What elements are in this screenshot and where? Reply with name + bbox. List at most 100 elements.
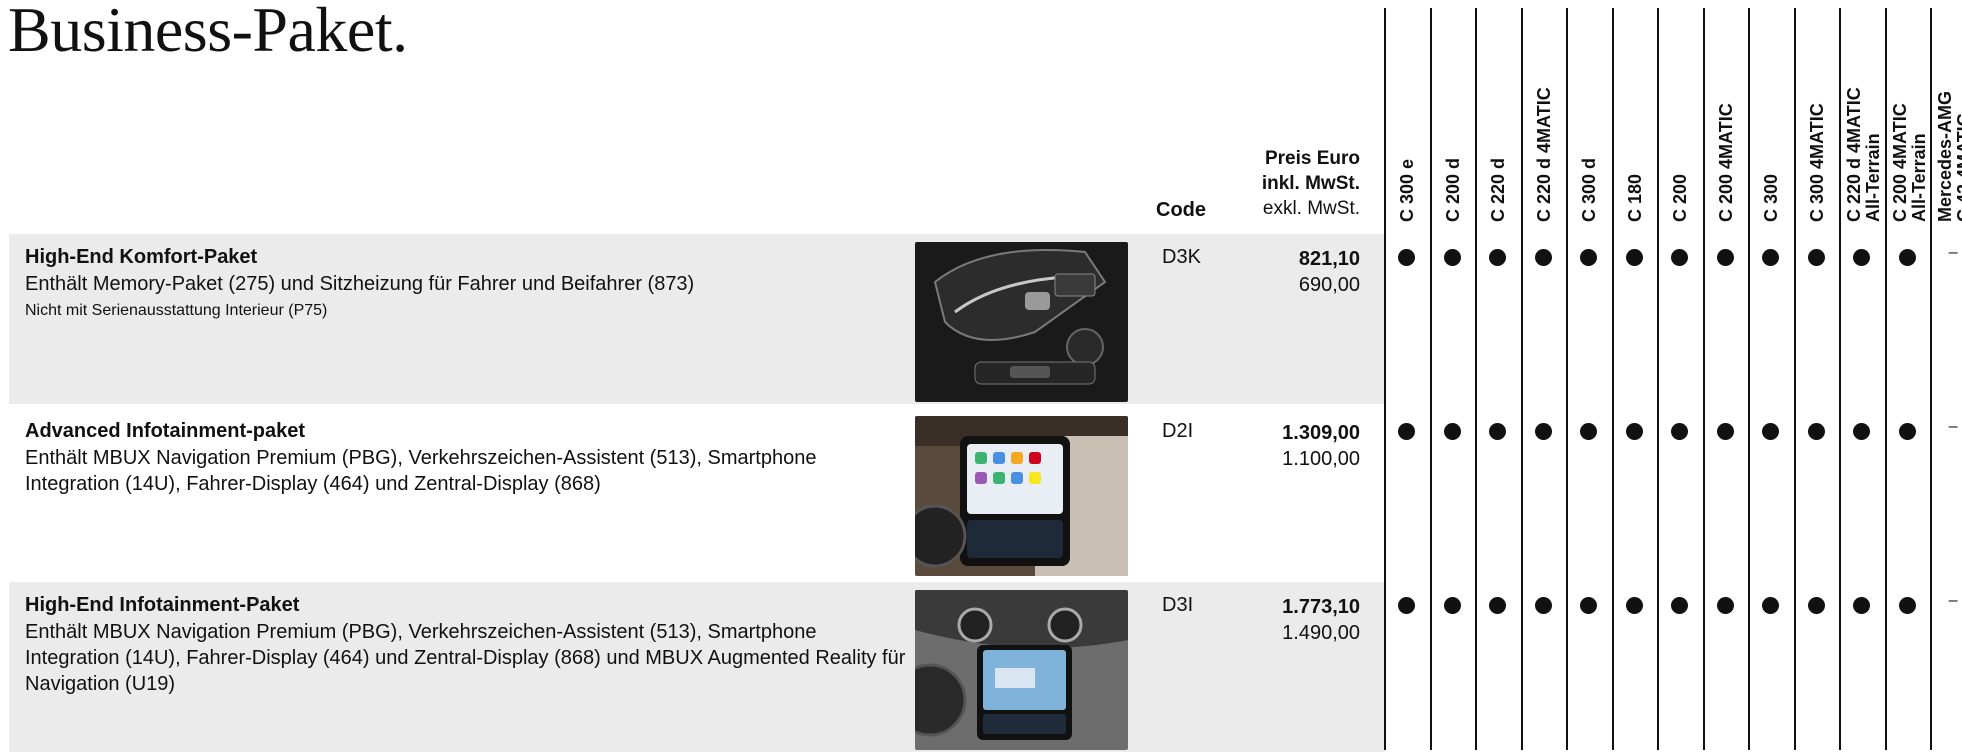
model-label: C 200	[1670, 173, 1690, 222]
model-label: C 220 d	[1488, 157, 1508, 222]
package-description: Enthält MBUX Navigation Premium (PBG), V…	[25, 621, 906, 695]
package-price: 821,10 690,00	[1299, 246, 1360, 298]
model-header: C 300 d	[1579, 157, 1599, 222]
package-code: D3I	[1162, 594, 1194, 616]
availability-standard-dot	[1716, 249, 1734, 266]
column-divider	[1702, 8, 1705, 750]
code-column-header: Code	[1156, 199, 1206, 221]
column-divider	[1930, 8, 1932, 750]
package-description: Enthält Memory-Paket (275) und Sitzheizu…	[25, 273, 695, 295]
availability-standard-dot	[1853, 597, 1871, 614]
package-price: 1.309,00 1.100,00	[1282, 420, 1360, 472]
price-column-header: Preis Euro inkl. MwSt. exkl. MwSt.	[1262, 146, 1360, 221]
availability-not-available: –	[1948, 244, 1958, 261]
availability-standard-dot	[1716, 423, 1734, 440]
package-title: High-End Komfort-Paket	[25, 246, 258, 268]
availability-not-available: –	[1948, 592, 1958, 609]
package-code: D2I	[1162, 420, 1194, 442]
model-header: C 180	[1624, 173, 1645, 222]
price-header-line1: Preis Euro	[1264, 148, 1360, 169]
availability-standard-dot	[1398, 597, 1416, 614]
availability-standard-dot	[1807, 597, 1825, 614]
door-panel-image	[915, 242, 1128, 402]
price-header-line2: inkl. MwSt.	[1261, 173, 1360, 194]
column-divider	[1566, 8, 1568, 750]
model-header: C 220 d	[1488, 157, 1508, 222]
availability-standard-dot	[1489, 597, 1507, 614]
availability-not-available: –	[1948, 418, 1958, 435]
model-header: C 220 d 4MATIC	[1533, 87, 1554, 222]
model-label: C 300 e	[1397, 158, 1417, 222]
availability-standard-dot	[1489, 249, 1507, 266]
model-label: C 300 4MATIC	[1806, 103, 1827, 222]
availability-standard-dot	[1398, 423, 1416, 440]
availability-standard-dot	[1398, 249, 1416, 266]
column-divider	[1475, 8, 1477, 750]
model-label: C 200 d	[1442, 157, 1463, 222]
availability-standard-dot	[1580, 249, 1598, 266]
package-code: D3K	[1162, 246, 1201, 268]
package-row: High-End Infotainment-Paket Enthält MBUX …	[9, 582, 1385, 752]
price-excl-vat: 690,00	[1298, 274, 1360, 296]
model-header: C 200 d	[1442, 157, 1463, 222]
column-divider	[1611, 8, 1614, 750]
package-title: High-End Infotainment-Paket	[25, 594, 300, 616]
model-label-line2: C 43 4MATIC	[1954, 113, 1962, 222]
model-label-line2: All-Terrain	[1863, 133, 1883, 222]
model-header: C 200 4MATIC All-Terrain	[1889, 103, 1929, 222]
model-label: C 300 d	[1579, 157, 1599, 222]
column-divider	[1884, 8, 1887, 750]
model-label: C 200 4MATIC	[1715, 103, 1736, 222]
price-incl-vat: 1.309,00	[1282, 422, 1360, 444]
availability-standard-dot	[1716, 597, 1734, 614]
availability-standard-dot	[1625, 249, 1643, 266]
model-header: C 200 4MATIC	[1715, 103, 1736, 222]
package-description: Enthält MBUX Navigation Premium (PBG), V…	[25, 447, 817, 495]
column-divider	[1839, 8, 1841, 750]
price-excl-vat: 1.490,00	[1282, 622, 1360, 644]
column-divider	[1748, 8, 1750, 750]
availability-standard-dot	[1625, 423, 1643, 440]
availability-standard-dot	[1807, 249, 1825, 266]
column-divider	[1657, 8, 1659, 750]
column-divider	[1384, 8, 1386, 750]
availability-standard-dot	[1625, 597, 1643, 614]
column-divider	[1429, 8, 1432, 750]
availability-standard-dot	[1762, 423, 1780, 440]
availability-standard-dot	[1853, 249, 1871, 266]
model-label: C 200 4MATIC	[1889, 103, 1910, 222]
price-incl-vat: 821,10	[1298, 248, 1360, 270]
model-label: C 220 d 4MATIC	[1533, 87, 1554, 222]
model-header: C 220 d 4MATIC All-Terrain	[1844, 87, 1883, 222]
availability-standard-dot	[1489, 423, 1507, 440]
availability-standard-dot	[1534, 249, 1552, 266]
model-label: C 220 d 4MATIC	[1844, 87, 1864, 222]
availability-standard-dot	[1443, 423, 1461, 440]
column-divider	[1793, 8, 1796, 750]
model-header: C 200	[1670, 173, 1690, 222]
model-label: C 300	[1761, 173, 1781, 222]
availability-standard-dot	[1671, 597, 1689, 614]
package-title: Advanced Infotainment-paket	[25, 420, 306, 442]
model-header: C 300 e	[1397, 158, 1417, 222]
model-header: Mercedes-AMGC 43 4MATIC	[1935, 90, 1962, 222]
package-price: 1.773,10 1.490,00	[1282, 594, 1360, 646]
availability-standard-dot	[1898, 249, 1916, 266]
package-row: High-End Komfort-Paket Enthält Memory-Pak…	[9, 234, 1385, 404]
model-label: Mercedes-AMG	[1935, 90, 1955, 222]
price-excl-vat: 1.100,00	[1282, 448, 1360, 470]
availability-standard-dot	[1443, 249, 1461, 266]
dashboard-navigation-image	[915, 590, 1128, 750]
price-header-line3: exkl. MwSt.	[1262, 198, 1360, 219]
model-header: C 300 4MATIC	[1806, 103, 1827, 222]
availability-standard-dot	[1898, 597, 1916, 614]
package-row: Advanced Infotainment-paket Enthält MBUX …	[9, 408, 1385, 578]
availability-standard-dot	[1671, 423, 1689, 440]
model-label: C 180	[1624, 173, 1645, 222]
availability-standard-dot	[1898, 423, 1916, 440]
availability-standard-dot	[1534, 423, 1552, 440]
touchscreen-apps-image	[915, 416, 1128, 576]
availability-standard-dot	[1580, 597, 1598, 614]
availability-standard-dot	[1762, 249, 1780, 266]
availability-standard-dot	[1853, 423, 1871, 440]
